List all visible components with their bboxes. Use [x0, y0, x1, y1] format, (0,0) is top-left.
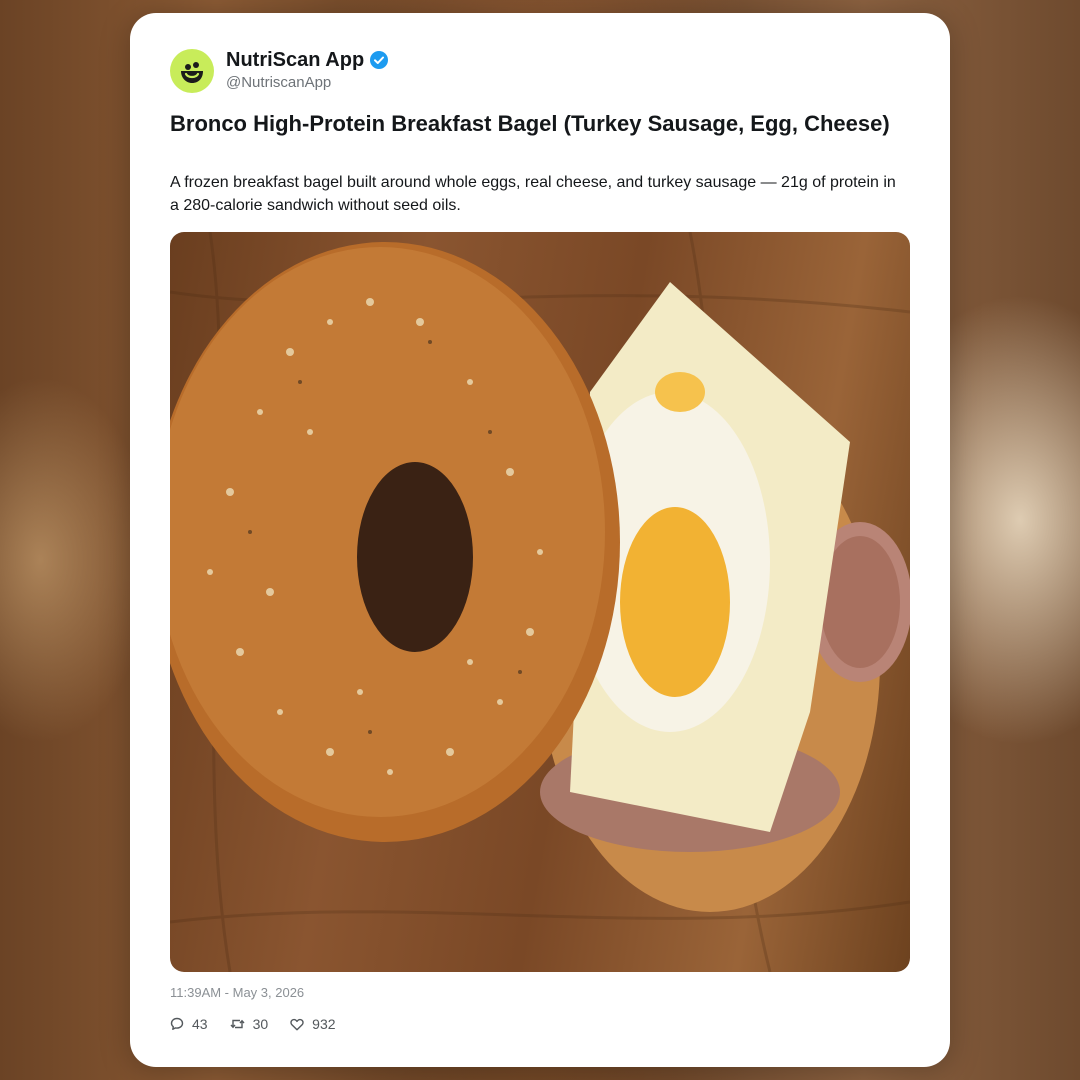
- author-info: NutriScan App @NutriscanApp: [226, 48, 389, 93]
- post-timestamp[interactable]: 11:39AM - May 3, 2026: [170, 985, 304, 1000]
- heart-icon: [290, 1018, 304, 1030]
- repost-button[interactable]: 30: [230, 1016, 269, 1032]
- post-image[interactable]: [170, 232, 910, 972]
- post-actions: 43 30 932: [170, 1016, 358, 1032]
- repost-icon: [230, 1019, 245, 1029]
- like-button[interactable]: 932: [290, 1016, 336, 1032]
- bagel-sandwich-illustration: [170, 232, 910, 972]
- post-description: A frozen breakfast bagel built around wh…: [170, 174, 896, 214]
- reply-icon: [170, 1017, 184, 1030]
- post-header: NutriScan App @NutriscanApp: [170, 48, 389, 93]
- post-card: NutriScan App @NutriscanApp Bronco High-…: [130, 13, 950, 1067]
- author-handle[interactable]: @NutriscanApp: [226, 73, 388, 93]
- verified-badge-icon: [370, 51, 389, 69]
- author-display-name[interactable]: NutriScan App: [226, 48, 364, 72]
- smiley-leaf-logo-icon: [181, 61, 203, 83]
- author-name-row: NutriScan App: [226, 48, 389, 72]
- reply-count: 43: [192, 1016, 208, 1032]
- repost-count: 30: [252, 1016, 269, 1032]
- post-title: Bronco High-Protein Breakfast Bagel (Tur…: [170, 111, 890, 136]
- reply-button[interactable]: 43: [170, 1016, 208, 1032]
- like-count: 932: [312, 1016, 336, 1032]
- avatar[interactable]: [170, 48, 214, 93]
